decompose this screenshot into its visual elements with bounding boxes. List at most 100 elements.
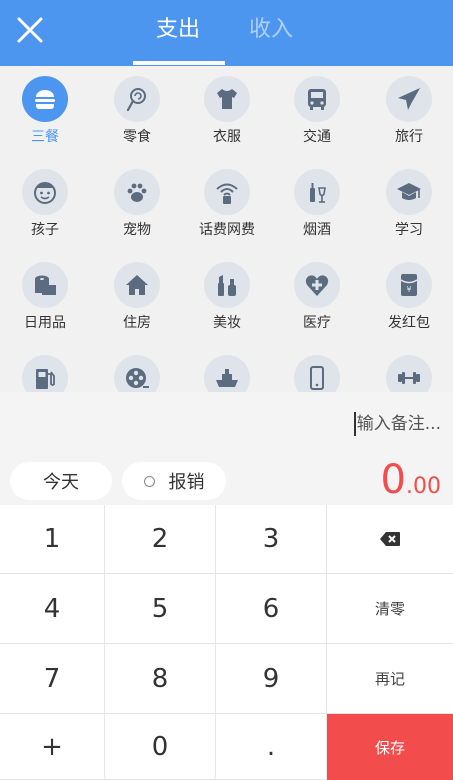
category-item[interactable] bbox=[272, 345, 362, 392]
category-icon-circle bbox=[114, 76, 160, 122]
toilet-roll-icon bbox=[35, 275, 56, 295]
film-reel-icon bbox=[126, 368, 149, 388]
wifi-phone-icon bbox=[216, 183, 238, 204]
category-item[interactable]: 孩子 bbox=[0, 159, 90, 249]
key-plus[interactable]: + bbox=[0, 714, 105, 780]
note-input[interactable]: 输入备注... bbox=[353, 412, 441, 436]
backspace-icon bbox=[380, 532, 400, 546]
category-label: 烟酒 bbox=[303, 222, 331, 238]
category-icon-circle: ¥ bbox=[386, 262, 432, 308]
category-item[interactable]: 三餐 bbox=[0, 66, 90, 156]
close-icon bbox=[17, 17, 43, 43]
amount-display: 0.00 bbox=[381, 458, 441, 502]
category-icon-circle bbox=[22, 355, 68, 392]
category-item[interactable] bbox=[182, 345, 272, 392]
category-item[interactable]: ¥ 发红包 bbox=[364, 252, 453, 342]
category-label: 医疗 bbox=[303, 315, 331, 331]
tshirt-icon bbox=[217, 89, 237, 109]
svg-text:¥: ¥ bbox=[406, 285, 411, 294]
bus-icon bbox=[308, 89, 326, 110]
key-4[interactable]: 4 bbox=[0, 574, 105, 644]
heart-cross-icon bbox=[305, 275, 329, 296]
cosmetics-icon bbox=[218, 275, 236, 296]
key-6[interactable]: 6 bbox=[216, 574, 327, 644]
key-7[interactable]: 7 bbox=[0, 644, 105, 714]
date-label: 今天 bbox=[43, 472, 79, 493]
category-icon-circle bbox=[386, 76, 432, 122]
category-item[interactable]: 住房 bbox=[92, 252, 182, 342]
key-3[interactable]: 3 bbox=[216, 505, 327, 574]
category-label: 日用品 bbox=[24, 315, 66, 331]
number-keypad: 1 2 3 4 5 6 清零 7 8 9 再记 + 0 . 保存 bbox=[0, 505, 453, 780]
backspace-button[interactable] bbox=[327, 505, 453, 574]
category-label: 三餐 bbox=[31, 129, 59, 145]
category-icon-circle bbox=[22, 76, 68, 122]
category-item[interactable]: 美妆 bbox=[182, 252, 272, 342]
category-label: 学习 bbox=[395, 222, 423, 238]
radio-icon bbox=[143, 475, 155, 487]
active-tab-indicator bbox=[133, 61, 225, 65]
category-label: 住房 bbox=[123, 315, 151, 331]
tab-income[interactable]: 收入 bbox=[249, 15, 293, 45]
close-button[interactable] bbox=[14, 14, 46, 46]
category-item[interactable]: 日用品 bbox=[0, 252, 90, 342]
category-label: 旅行 bbox=[395, 129, 423, 145]
category-icon-circle bbox=[294, 262, 340, 308]
category-grid[interactable]: 三餐 零食 衣服 交通 旅行 孩子 宠物 话费网费 烟酒 学习 日用品 住房 美… bbox=[0, 66, 453, 392]
key-2[interactable]: 2 bbox=[105, 505, 216, 574]
category-item[interactable]: 医疗 bbox=[272, 252, 362, 342]
category-label: 美妆 bbox=[213, 315, 241, 331]
category-item[interactable]: 交通 bbox=[272, 66, 362, 156]
amount-decimal: .00 bbox=[406, 474, 441, 499]
category-icon-circle bbox=[114, 355, 160, 392]
category-icon-circle bbox=[386, 355, 432, 392]
key-dot[interactable]: . bbox=[216, 714, 327, 780]
key-1[interactable]: 1 bbox=[0, 505, 105, 574]
category-label: 孩子 bbox=[31, 222, 59, 238]
category-item[interactable] bbox=[0, 345, 90, 392]
category-item[interactable]: 零食 bbox=[92, 66, 182, 156]
category-item[interactable] bbox=[92, 345, 182, 392]
category-icon-circle bbox=[204, 262, 250, 308]
record-again-button[interactable]: 再记 bbox=[327, 644, 453, 714]
category-icon-circle bbox=[22, 262, 68, 308]
burger-icon bbox=[35, 90, 55, 109]
red-envelope-icon: ¥ bbox=[400, 274, 418, 296]
key-9[interactable]: 9 bbox=[216, 644, 327, 714]
category-icon-circle bbox=[294, 169, 340, 215]
category-icon-circle bbox=[204, 355, 250, 392]
category-item[interactable]: 宠物 bbox=[92, 159, 182, 249]
category-item[interactable]: 衣服 bbox=[182, 66, 272, 156]
category-label: 衣服 bbox=[213, 129, 241, 145]
category-item[interactable] bbox=[364, 345, 453, 392]
category-icon-circle bbox=[294, 76, 340, 122]
lollipop-icon bbox=[126, 88, 146, 112]
category-item[interactable]: 学习 bbox=[364, 159, 453, 249]
dumbbell-icon bbox=[398, 372, 420, 384]
category-icon-circle bbox=[204, 76, 250, 122]
category-item[interactable]: 旅行 bbox=[364, 66, 453, 156]
key-8[interactable]: 8 bbox=[105, 644, 216, 714]
reimburse-toggle[interactable]: 报销 bbox=[122, 462, 226, 500]
airplane-icon bbox=[398, 88, 420, 110]
key-5[interactable]: 5 bbox=[105, 574, 216, 644]
category-icon-circle bbox=[114, 262, 160, 308]
date-button[interactable]: 今天 bbox=[10, 462, 112, 500]
ship-icon bbox=[216, 369, 238, 387]
category-item[interactable]: 烟酒 bbox=[272, 159, 362, 249]
tab-expense[interactable]: 支出 bbox=[156, 15, 200, 45]
key-0[interactable]: 0 bbox=[105, 714, 216, 780]
amount-integer: 0 bbox=[380, 457, 406, 503]
graduation-cap-icon bbox=[397, 183, 421, 200]
house-icon bbox=[126, 275, 148, 295]
category-icon-circle bbox=[204, 169, 250, 215]
save-button[interactable]: 保存 bbox=[327, 714, 453, 780]
category-item[interactable]: 话费网费 bbox=[182, 159, 272, 249]
paw-icon bbox=[127, 183, 147, 202]
clear-button[interactable]: 清零 bbox=[327, 574, 453, 644]
bottle-icon bbox=[310, 183, 326, 203]
category-label: 零食 bbox=[123, 129, 151, 145]
category-label: 发红包 bbox=[388, 315, 430, 331]
category-label: 话费网费 bbox=[199, 222, 255, 238]
category-icon-circle bbox=[294, 355, 340, 392]
